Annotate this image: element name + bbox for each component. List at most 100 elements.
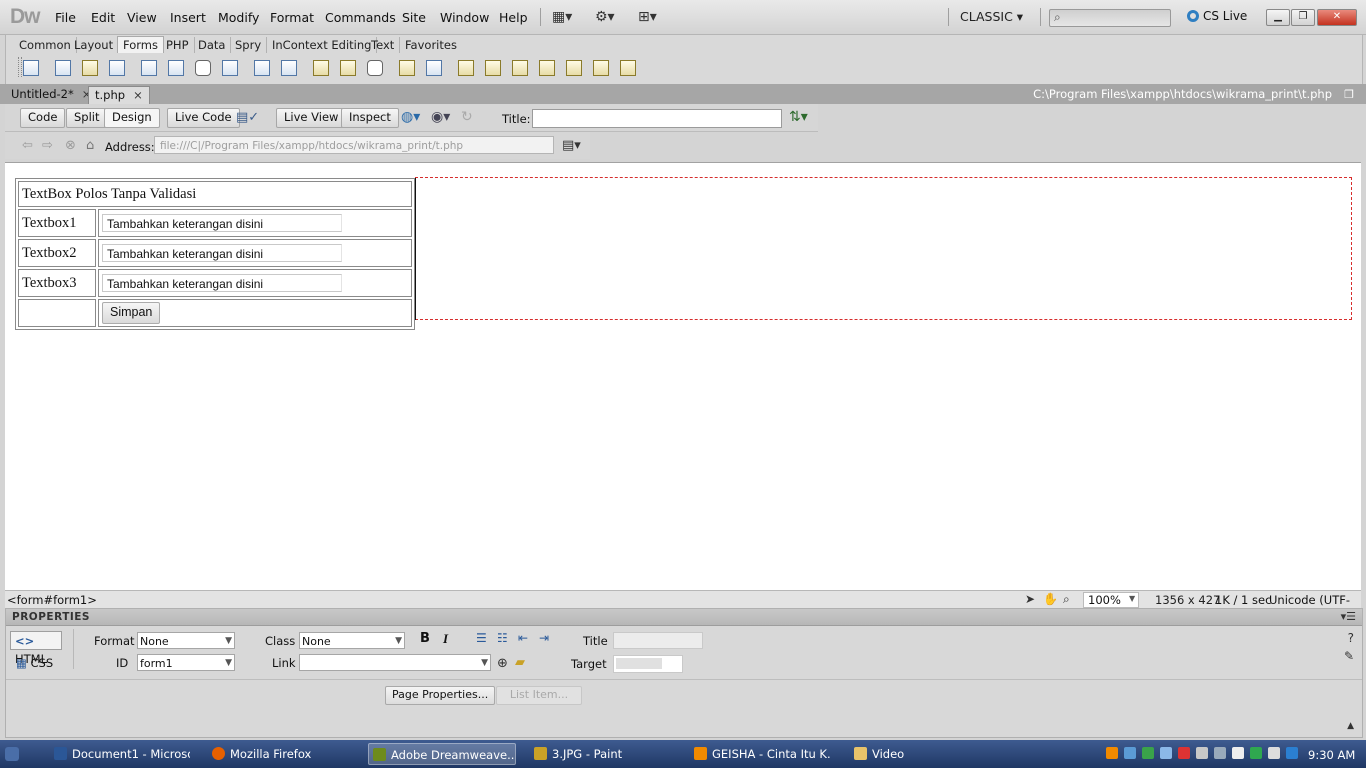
select-list-icon[interactable]	[254, 60, 270, 76]
live-view-button[interactable]: Live View	[276, 108, 347, 128]
id-select[interactable]: form1 ▼	[137, 654, 235, 671]
menu-edit[interactable]: Edit	[91, 10, 115, 25]
spry-validation-text-field-icon[interactable]	[458, 60, 474, 76]
menu-insert[interactable]: Insert	[170, 10, 206, 25]
address-input[interactable]: file:///C|/Program Files/xampp/htdocs/wi…	[154, 136, 554, 154]
close-button[interactable]: ✕	[1317, 9, 1357, 26]
checkbox-group-icon[interactable]	[168, 60, 184, 76]
maximize-button[interactable]: ❐	[1291, 9, 1315, 26]
target-select[interactable]	[613, 655, 683, 673]
workspace-switcher[interactable]: CLASSIC ▾	[960, 9, 1023, 24]
menu-commands[interactable]: Commands	[325, 10, 396, 25]
menu-help[interactable]: Help	[499, 10, 528, 25]
tray-app-icon[interactable]	[1214, 747, 1226, 759]
design-view[interactable]: TextBox Polos Tanpa Validasi Textbox1 Ta…	[5, 162, 1361, 591]
page-properties-button[interactable]: Page Properties...	[385, 686, 496, 705]
preview-globe-icon[interactable]: ◍▾	[401, 109, 420, 125]
design-view-button[interactable]: Design	[104, 108, 160, 128]
radio-group-icon[interactable]	[222, 60, 238, 76]
button-icon[interactable]	[367, 60, 383, 76]
text-field-icon[interactable]	[55, 60, 71, 76]
folder-icon[interactable]: ▰	[515, 655, 525, 670]
textbox3-label[interactable]: Textbox3	[18, 269, 96, 297]
textbox2-input[interactable]: Tambahkan keterangan disini	[102, 244, 342, 262]
layout-icon[interactable]: ▦▾	[552, 9, 572, 25]
checkbox-icon[interactable]	[141, 60, 157, 76]
help-search-input[interactable]: ⌕	[1049, 9, 1171, 27]
back-icon[interactable]: ⇦	[22, 138, 33, 153]
ordered-list-icon[interactable]: ☷	[497, 631, 508, 645]
link-input[interactable]: ▼	[299, 654, 491, 671]
textbox3-input[interactable]: Tambahkan keterangan disini	[102, 274, 342, 292]
table-cell[interactable]: Tambahkan keterangan disini	[98, 209, 412, 237]
spry-validation-radio-group-icon[interactable]	[620, 60, 636, 76]
tray-antivirus-icon[interactable]	[1178, 747, 1190, 759]
simpan-button[interactable]: Simpan	[102, 302, 161, 324]
tab-spry[interactable]: Spry	[230, 37, 268, 53]
tray-vlc-icon[interactable]	[1106, 747, 1118, 759]
zoom-tool-icon[interactable]: ⌕	[1063, 592, 1070, 607]
window-size[interactable]: 1356 x 427	[1155, 593, 1220, 607]
minimize-button[interactable]: ▁	[1266, 9, 1290, 26]
format-select[interactable]: None ▼	[137, 632, 235, 649]
doc-tab-untitled[interactable]: Untitled-2* ×	[5, 86, 97, 104]
menu-modify[interactable]: Modify	[218, 10, 259, 25]
file-management-icon[interactable]: ⇅▾	[789, 109, 808, 125]
hand-tool-icon[interactable]: ✋	[1043, 592, 1058, 606]
visual-aids-icon[interactable]: ◉▾	[431, 109, 450, 125]
label-icon[interactable]	[399, 60, 415, 76]
task-dreamweaver[interactable]: Adobe Dreamweave...	[368, 743, 516, 765]
cs-live-button[interactable]: CS Live	[1187, 9, 1247, 23]
panel-grip[interactable]	[18, 57, 22, 77]
clock[interactable]: 9:30 AM	[1308, 748, 1355, 762]
chevron-down-icon[interactable]: ▼	[1129, 594, 1135, 603]
table-cell[interactable]: Simpan	[98, 299, 412, 327]
table-title[interactable]: TextBox Polos Tanpa Validasi	[18, 181, 412, 207]
tray-volume-icon[interactable]	[1286, 747, 1298, 759]
task-firefox[interactable]: Mozilla Firefox	[208, 743, 348, 765]
file-field-icon[interactable]	[340, 60, 356, 76]
tab-text[interactable]: Text	[366, 37, 401, 53]
task-paint[interactable]: 3.JPG - Paint	[530, 743, 670, 765]
live-code-button[interactable]: Live Code	[167, 108, 240, 128]
css-mode-button[interactable]: ▦ CSS	[16, 656, 53, 670]
image-field-icon[interactable]	[313, 60, 329, 76]
form-table[interactable]: TextBox Polos Tanpa Validasi Textbox1 Ta…	[15, 178, 415, 330]
spry-validation-confirm-icon[interactable]	[593, 60, 609, 76]
tab-favorites[interactable]: Favorites	[400, 37, 462, 53]
form-outline[interactable]	[415, 177, 1352, 320]
menu-view[interactable]: View	[127, 10, 157, 25]
table-cell[interactable]: Tambahkan keterangan disini	[98, 269, 412, 297]
split-view-button[interactable]: Split	[66, 108, 108, 128]
tray-app-icon[interactable]	[1232, 747, 1244, 759]
unordered-list-icon[interactable]: ☰	[476, 631, 487, 645]
panel-menu-icon[interactable]: ▾☰	[1341, 610, 1356, 623]
spry-validation-password-icon[interactable]	[566, 60, 582, 76]
doc-tab-t-php[interactable]: t.php ×	[88, 86, 150, 105]
task-vlc[interactable]: GEISHA - Cinta Itu K...	[690, 743, 830, 765]
bold-button[interactable]: B	[420, 631, 430, 646]
site-map-icon[interactable]: ⊞▾	[638, 9, 657, 25]
class-select[interactable]: None ▼	[299, 632, 405, 649]
code-view-button[interactable]: Code	[20, 108, 66, 128]
tray-app-icon[interactable]	[1160, 747, 1172, 759]
browser-compat-icon[interactable]: ▤✓	[236, 110, 259, 125]
task-video[interactable]: Video	[850, 743, 990, 765]
forward-icon[interactable]: ⇨	[42, 138, 53, 153]
help-icon[interactable]: ?	[1348, 631, 1354, 645]
menu-format[interactable]: Format	[270, 10, 314, 25]
menu-window[interactable]: Window	[440, 10, 489, 25]
menu-file[interactable]: File	[55, 10, 76, 25]
home-icon[interactable]: ⌂	[86, 138, 94, 153]
hidden-field-icon[interactable]	[82, 60, 98, 76]
italic-button[interactable]: I	[443, 631, 448, 647]
indent-icon[interactable]: ⇥	[539, 631, 549, 645]
textarea-icon[interactable]	[109, 60, 125, 76]
browse-options-icon[interactable]: ▤▾	[562, 138, 581, 153]
refresh-icon[interactable]: ↻	[461, 109, 473, 125]
tab-forms[interactable]: Forms	[117, 36, 164, 53]
table-cell[interactable]: Tambahkan keterangan disini	[98, 239, 412, 267]
jump-menu-icon[interactable]	[281, 60, 297, 76]
tab-data[interactable]: Data	[193, 37, 232, 53]
tray-app-icon[interactable]	[1268, 747, 1280, 759]
